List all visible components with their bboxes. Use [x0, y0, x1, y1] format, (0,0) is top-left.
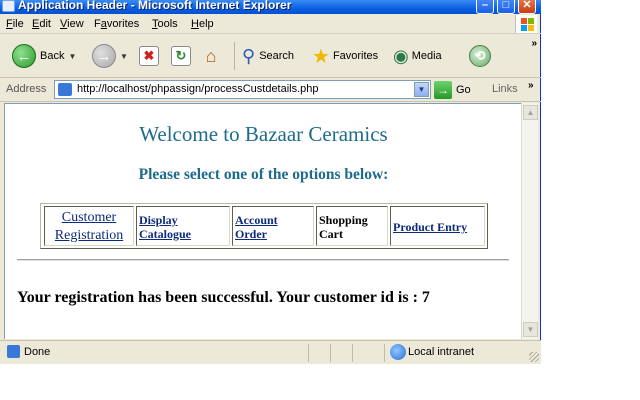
option-cell: Account Order	[232, 206, 314, 246]
back-button[interactable]: ← Back ▼	[12, 40, 76, 72]
links-button[interactable]: Links	[492, 83, 518, 95]
go-button[interactable]: → Go	[434, 81, 471, 99]
scroll-down-icon[interactable]: ▼	[523, 322, 538, 337]
status-separator	[352, 344, 353, 362]
option-cell: Customer Registration	[44, 206, 134, 246]
standard-toolbar: ← Back ▼ → ▼ ✖ ↻ ⌂ ⚲ Search ★ Favorites …	[0, 34, 541, 78]
horizontal-rule	[17, 259, 509, 261]
resize-grip[interactable]	[529, 352, 539, 362]
status-bar: Done Local intranet	[0, 340, 541, 364]
option-cell: Display Catalogue	[136, 206, 230, 246]
address-url[interactable]: http://localhost/phpassign/processCustde…	[77, 83, 319, 95]
home-button[interactable]: ⌂	[201, 40, 221, 72]
toolbar-more-chevron-icon[interactable]: »	[531, 38, 537, 49]
media-button[interactable]: ◉ Media	[393, 40, 442, 72]
address-bar: Address http://localhost/phpassign/proce…	[0, 78, 541, 102]
back-arrow-icon: ←	[12, 44, 36, 68]
menu-tools[interactable]: Tools	[152, 18, 178, 30]
history-button[interactable]: ⟲	[469, 40, 491, 72]
links-chevron-icon[interactable]: »	[528, 80, 534, 91]
menu-help[interactable]: Help	[191, 18, 214, 30]
page-content: Welcome to Bazaar Ceramics Please select…	[4, 103, 521, 339]
status-text: Done	[24, 346, 51, 358]
registration-message: Your registration has been successful. Y…	[17, 289, 430, 306]
forward-arrow-icon: →	[92, 44, 116, 68]
menu-file[interactable]: File	[6, 18, 24, 30]
page-done-icon	[7, 345, 20, 358]
status-separator	[330, 344, 331, 362]
menu-favorites[interactable]: Favorites	[94, 18, 139, 30]
ie-icon	[2, 0, 15, 12]
stop-icon: ✖	[139, 46, 159, 66]
refresh-button[interactable]: ↻	[171, 40, 191, 72]
stop-button[interactable]: ✖	[139, 40, 159, 72]
vertical-scrollbar[interactable]: ▲ ▼	[521, 103, 538, 339]
media-icon: ◉	[393, 45, 409, 66]
windows-logo-icon	[515, 15, 537, 33]
status-separator	[384, 344, 385, 362]
refresh-icon: ↻	[171, 46, 191, 66]
address-input[interactable]: http://localhost/phpassign/processCustde…	[54, 80, 431, 99]
forward-dropdown-icon[interactable]: ▼	[120, 52, 128, 61]
page-title: Welcome to Bazaar Ceramics	[139, 122, 388, 146]
browser-window: Application Header - Microsoft Internet …	[0, 0, 541, 364]
local-intranet-icon	[390, 344, 406, 360]
security-zone: Local intranet	[408, 346, 475, 358]
title-bar[interactable]: Application Header - Microsoft Internet …	[0, 0, 541, 14]
maximize-button[interactable]: □	[497, 0, 515, 14]
option-cell: Product Entry	[390, 206, 485, 246]
customer-registration-link[interactable]: Customer Registration	[55, 210, 123, 243]
history-icon: ⟲	[469, 45, 491, 67]
search-label: Search	[259, 50, 295, 62]
favorites-star-icon: ★	[312, 45, 330, 68]
search-button[interactable]: ⚲ Search	[242, 40, 294, 72]
address-label: Address	[6, 83, 47, 95]
account-order-link[interactable]: Account Order	[235, 213, 278, 241]
minimize-button[interactable]: –	[476, 0, 494, 14]
page-subtitle: Please select one of the options below:	[138, 166, 389, 183]
close-button[interactable]: ✕	[518, 0, 536, 14]
status-separator	[308, 344, 309, 362]
media-label: Media	[411, 50, 442, 62]
forward-button[interactable]: → ▼	[92, 40, 128, 72]
favorites-button[interactable]: ★ Favorites	[312, 40, 378, 72]
menu-bar: File Edit View Favorites Tools Help	[0, 14, 541, 34]
go-label: Go	[456, 84, 471, 96]
toolbar-separator	[234, 42, 235, 70]
menu-edit[interactable]: Edit	[32, 18, 51, 30]
favorites-label: Favorites	[332, 50, 379, 62]
options-table: Customer Registration Display Catalogue Ac…	[40, 203, 488, 249]
back-dropdown-icon[interactable]: ▼	[68, 52, 76, 61]
display-catalogue-link[interactable]: Display Catalogue	[139, 213, 191, 241]
address-dropdown-icon[interactable]: ▼	[414, 82, 429, 97]
back-label: Back	[40, 50, 65, 62]
window-title: Application Header - Microsoft Internet …	[18, 0, 292, 12]
home-icon: ⌂	[205, 45, 217, 66]
menu-view[interactable]: View	[60, 18, 84, 30]
shopping-cart-text: Shopping Cart	[319, 213, 368, 241]
go-arrow-icon: →	[434, 81, 452, 99]
product-entry-link[interactable]: Product Entry	[393, 220, 467, 234]
search-icon: ⚲	[242, 45, 256, 66]
option-cell: Shopping Cart	[316, 206, 388, 246]
scroll-up-icon[interactable]: ▲	[523, 105, 538, 120]
page-icon	[58, 83, 72, 96]
